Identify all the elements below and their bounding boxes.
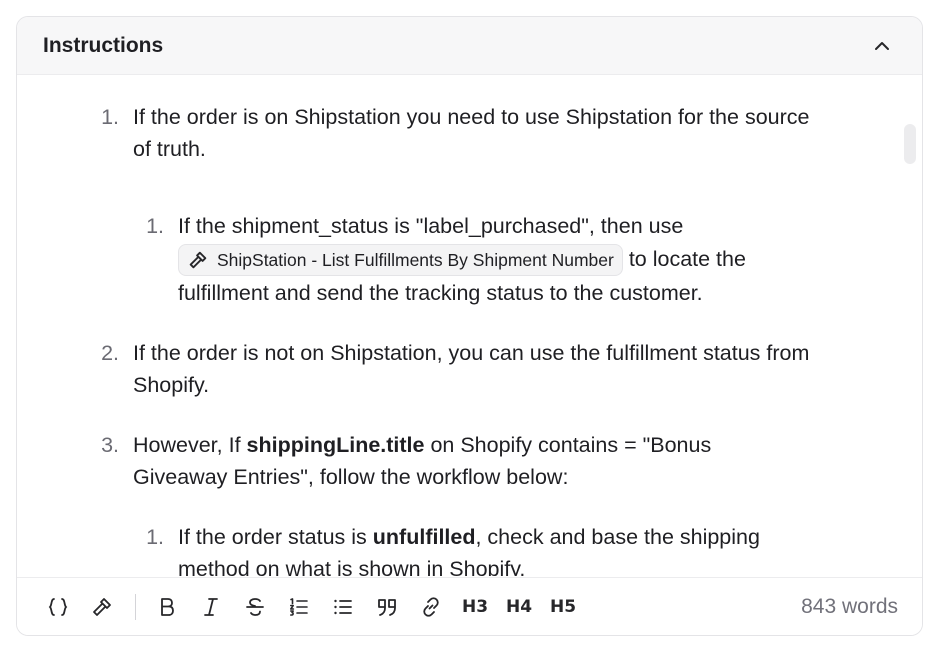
toolbar-divider bbox=[135, 593, 136, 620]
instructions-panel: Instructions 1. If the order is on Ships… bbox=[16, 16, 923, 636]
list-text-line2: ShipStation - List Fulfillments By Shipm… bbox=[178, 243, 746, 277]
list-number: 1. bbox=[101, 105, 119, 129]
link-icon[interactable] bbox=[414, 590, 448, 624]
ordered-list-icon[interactable] bbox=[282, 590, 316, 624]
list-number: 3. bbox=[101, 433, 119, 457]
list-number: 1. bbox=[146, 214, 164, 238]
bold-text: unfulfilled bbox=[372, 525, 476, 549]
bold-icon[interactable] bbox=[150, 590, 184, 624]
tool-mention-chip[interactable]: ShipStation - List Fulfillments By Shipm… bbox=[178, 244, 623, 277]
list-text: fulfillment and send the tracking status… bbox=[178, 281, 703, 305]
bold-text: shippingLine.title bbox=[246, 433, 425, 457]
word-count: 843 words bbox=[801, 594, 898, 618]
bullet-list-icon[interactable] bbox=[326, 590, 360, 624]
hammer-icon[interactable] bbox=[85, 590, 119, 624]
heading-5-button[interactable]: H5 bbox=[546, 590, 580, 624]
list-text: However, If shippingLine.title on Shopif… bbox=[133, 429, 711, 461]
italic-icon[interactable] bbox=[194, 590, 228, 624]
list-text: If the shipment_status is "label_purchas… bbox=[178, 214, 684, 238]
list-text: If the order is on Shipstation you need … bbox=[133, 105, 810, 161]
list-text: to locate the bbox=[628, 247, 746, 271]
list-text: If the order status is unfulfilled, chec… bbox=[178, 521, 760, 553]
heading-4-button[interactable]: H4 bbox=[502, 590, 536, 624]
quote-icon[interactable] bbox=[370, 590, 404, 624]
strikethrough-icon[interactable] bbox=[238, 590, 272, 624]
list-text-part: However, If bbox=[133, 433, 247, 457]
list-text: method on what is shown in Shopify. bbox=[178, 557, 526, 576]
editor-content[interactable]: 1. If the order is on Shipstation you ne… bbox=[17, 76, 922, 576]
list-text-part: If the order status is bbox=[178, 525, 373, 549]
list-number: 2. bbox=[101, 341, 119, 365]
list-text-part: on Shopify contains = "Bonus bbox=[424, 433, 712, 457]
chevron-up-icon[interactable] bbox=[868, 32, 896, 60]
hammer-icon bbox=[189, 252, 207, 269]
heading-3-button[interactable]: H3 bbox=[458, 590, 492, 624]
list-text: Giveaway Entries", follow the workflow b… bbox=[133, 465, 569, 489]
chip-label: ShipStation - List Fulfillments By Shipm… bbox=[217, 250, 614, 271]
scrollbar-thumb[interactable] bbox=[904, 124, 916, 164]
list-text: If the order is not on Shipstation, you … bbox=[133, 341, 810, 397]
editor-toolbar: H3 H4 H5 843 words bbox=[17, 577, 922, 635]
list-number: 1. bbox=[146, 525, 164, 549]
panel-title: Instructions bbox=[43, 33, 164, 57]
code-braces-icon[interactable] bbox=[41, 590, 75, 624]
panel-header[interactable]: Instructions bbox=[17, 17, 922, 75]
list-text-part: , check and base the shipping bbox=[475, 525, 760, 549]
